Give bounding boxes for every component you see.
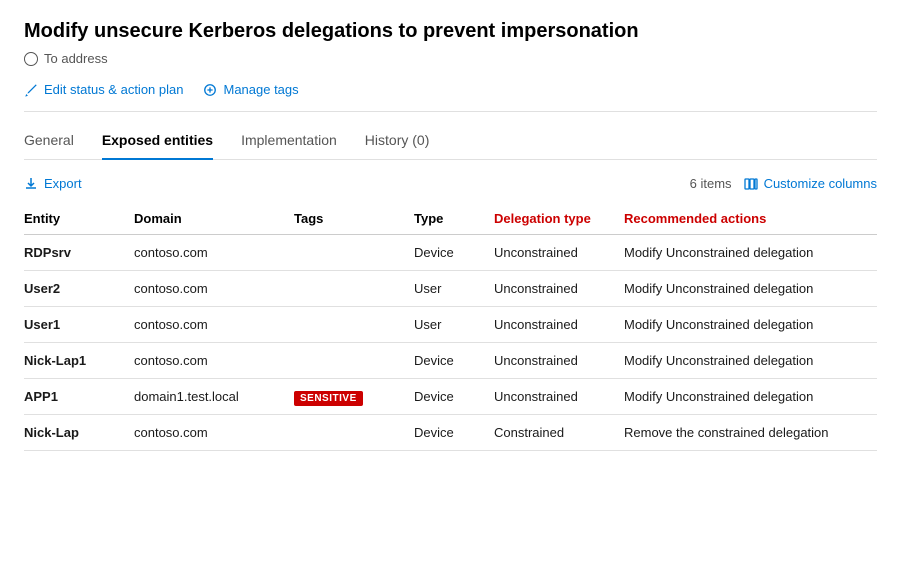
tags-icon [203, 83, 217, 97]
cell-type: User [414, 271, 494, 307]
cell-entity[interactable]: Nick-Lap [24, 415, 134, 451]
cell-entity[interactable]: APP1 [24, 379, 134, 415]
edit-status-button[interactable]: Edit status & action plan [24, 82, 183, 97]
customize-icon [744, 177, 758, 191]
cell-entity[interactable]: RDPsrv [24, 235, 134, 271]
table-row: APP1domain1.test.localSENSITIVE DeviceUnc… [24, 379, 877, 415]
subtitle-text: To address [44, 51, 108, 66]
cell-delegation: Constrained [494, 415, 624, 451]
tab-general[interactable]: General [24, 132, 74, 160]
tab-implementation[interactable]: Implementation [241, 132, 337, 160]
cell-tags [294, 307, 414, 343]
cell-type: Device [414, 343, 494, 379]
tab-history[interactable]: History (0) [365, 132, 430, 160]
cell-domain: contoso.com [134, 307, 294, 343]
cell-tags [294, 343, 414, 379]
table-row: User2contoso.com UserUnconstrainedModify … [24, 271, 877, 307]
cell-type: User [414, 307, 494, 343]
export-icon [24, 177, 38, 191]
cell-domain: domain1.test.local [134, 379, 294, 415]
items-count: 6 items [690, 176, 732, 191]
toolbar: Edit status & action plan Manage tags [24, 82, 877, 112]
cell-type: Device [414, 379, 494, 415]
table-row: Nick-Lap1contoso.com DeviceUnconstrainedM… [24, 343, 877, 379]
cell-recommended: Modify Unconstrained delegation [624, 343, 877, 379]
manage-tags-button[interactable]: Manage tags [203, 82, 298, 97]
cell-tags [294, 271, 414, 307]
col-header-entity: Entity [24, 203, 134, 235]
cell-delegation: Unconstrained [494, 343, 624, 379]
cell-domain: contoso.com [134, 235, 294, 271]
cell-delegation: Unconstrained [494, 235, 624, 271]
cell-tags: SENSITIVE [294, 379, 414, 415]
cell-domain: contoso.com [134, 415, 294, 451]
export-button[interactable]: Export [24, 176, 82, 191]
to-address-icon [24, 52, 38, 66]
col-header-type: Type [414, 203, 494, 235]
cell-delegation: Unconstrained [494, 379, 624, 415]
cell-recommended: Modify Unconstrained delegation [624, 271, 877, 307]
col-header-tags: Tags [294, 203, 414, 235]
table-row: Nick-Lapcontoso.com DeviceConstrainedRemo… [24, 415, 877, 451]
tab-exposed-entities[interactable]: Exposed entities [102, 132, 213, 160]
table-toolbar: Export 6 items Customize columns [24, 176, 877, 191]
cell-entity[interactable]: User1 [24, 307, 134, 343]
sensitive-badge: SENSITIVE [294, 391, 363, 406]
cell-delegation: Unconstrained [494, 307, 624, 343]
edit-icon [24, 83, 38, 97]
cell-delegation: Unconstrained [494, 271, 624, 307]
cell-type: Device [414, 415, 494, 451]
cell-domain: contoso.com [134, 271, 294, 307]
cell-tags [294, 235, 414, 271]
cell-recommended: Remove the constrained delegation [624, 415, 877, 451]
table-row: User1contoso.com UserUnconstrainedModify … [24, 307, 877, 343]
cell-recommended: Modify Unconstrained delegation [624, 379, 877, 415]
cell-entity[interactable]: User2 [24, 271, 134, 307]
col-header-domain: Domain [134, 203, 294, 235]
table-actions-right: 6 items Customize columns [690, 176, 877, 191]
customize-columns-button[interactable]: Customize columns [744, 176, 877, 191]
cell-type: Device [414, 235, 494, 271]
cell-domain: contoso.com [134, 343, 294, 379]
entities-table: Entity Domain Tags Type Delegation type … [24, 203, 877, 451]
cell-recommended: Modify Unconstrained delegation [624, 235, 877, 271]
cell-recommended: Modify Unconstrained delegation [624, 307, 877, 343]
page-title: Modify unsecure Kerberos delegations to … [24, 20, 877, 43]
cell-entity[interactable]: Nick-Lap1 [24, 343, 134, 379]
table-header-row: Entity Domain Tags Type Delegation type … [24, 203, 877, 235]
cell-tags [294, 415, 414, 451]
col-header-delegation: Delegation type [494, 203, 624, 235]
table-row: RDPsrvcontoso.com DeviceUnconstrainedModi… [24, 235, 877, 271]
tabs-bar: General Exposed entities Implementation … [24, 132, 877, 160]
col-header-recommended: Recommended actions [624, 203, 877, 235]
